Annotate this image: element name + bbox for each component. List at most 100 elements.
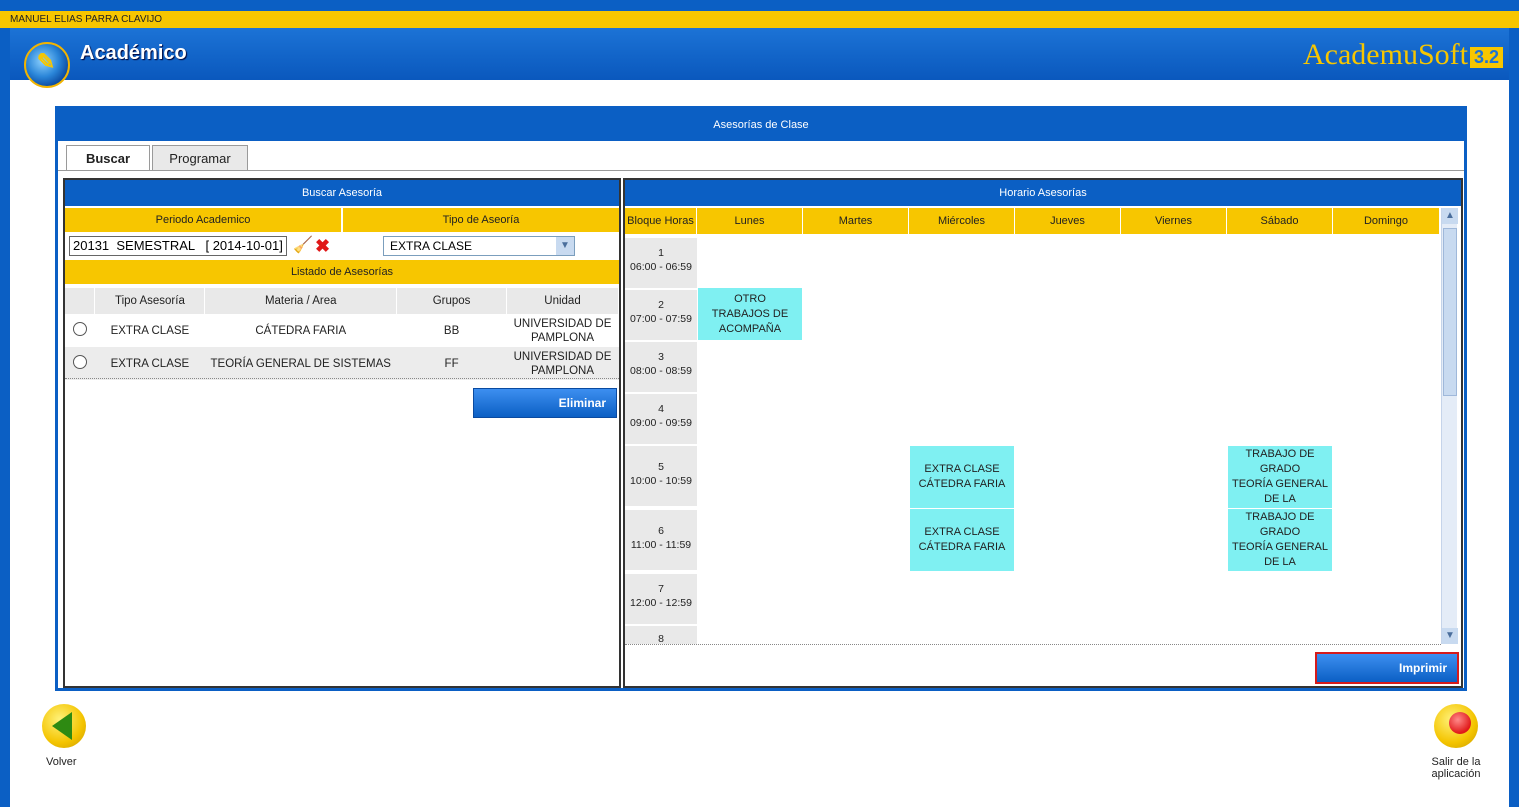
event-line: TEORÍA GENERAL [1232, 478, 1328, 490]
schedule-event[interactable]: OTRO TRABAJOS DE ACOMPAÑA [698, 288, 802, 340]
tab-divider [58, 170, 1464, 171]
list-divider [65, 378, 619, 379]
broom-icon[interactable]: 🧹 [293, 236, 313, 256]
event-line: TRABAJOS DE [711, 307, 789, 320]
type-label: Tipo de Aseoría [343, 208, 619, 232]
event-line: DE LA [1264, 556, 1296, 568]
schedule-title: Horario Asesorías [625, 180, 1461, 206]
block-range: 06:00 - 06:59 [630, 261, 692, 273]
table-row[interactable]: EXTRA CLASE CÁTEDRA FARIA BB UNIVERSIDAD… [65, 314, 619, 347]
schedule-header: Viernes [1121, 208, 1227, 234]
table-header-select [65, 288, 96, 314]
app-window: MANUEL ELIAS PARRA CLAVIJO ✎ Académico A… [0, 0, 1519, 807]
scroll-up-icon[interactable]: ▲ [1442, 208, 1458, 224]
list-title: Listado de Asesorías [65, 260, 619, 284]
table-cell: CÁTEDRA FARIA [255, 324, 347, 337]
top-strip [0, 0, 1519, 11]
event-line: EXTRA CLASE [924, 463, 1000, 475]
table-cell: UNIVERSIDAD DE PAMPLONA [507, 314, 619, 347]
time-block: 2 07:00 - 07:59 [625, 290, 697, 340]
table-header: Tipo Asesoría [94, 288, 206, 314]
schedule-header: Jueves [1015, 208, 1121, 234]
block-range: 11:00 - 11:59 [630, 539, 692, 551]
block-number: 8 [658, 633, 664, 644]
table-cell: EXTRA CLASE [110, 324, 190, 337]
table-header: Unidad [506, 288, 619, 314]
schedule-event[interactable]: EXTRA CLASE CÁTEDRA FARIA [910, 446, 1014, 508]
radio-button[interactable] [72, 322, 87, 336]
schedule-event[interactable]: TRABAJO DE GRADO TEORÍA GENERAL DE LA [1228, 446, 1332, 508]
type-select[interactable]: EXTRA CLASE ▼ [383, 236, 575, 256]
event-line: OTRO [734, 292, 766, 305]
block-number: 4 [658, 403, 664, 415]
event-line: CÁTEDRA FARIA [918, 541, 1006, 553]
block-range: 10:00 - 10:59 [630, 475, 692, 487]
table-cell: FF [396, 347, 507, 380]
back-arrow-icon[interactable] [52, 712, 72, 740]
dropdown-arrow-icon[interactable]: ▼ [556, 237, 574, 255]
header-spacer [10, 80, 1509, 96]
tab-buscar[interactable]: Buscar [66, 145, 150, 170]
block-number: 1 [658, 247, 664, 259]
exit-label[interactable]: Salir de la aplicación [1422, 756, 1490, 780]
event-line: ACOMPAÑA [718, 322, 782, 335]
table-header-row: Tipo Asesoría Materia / Area Grupos Unid… [65, 288, 619, 314]
scroll-down-icon[interactable]: ▼ [1442, 628, 1458, 644]
advising-list-table: Tipo Asesoría Materia / Area Grupos Unid… [65, 288, 619, 380]
event-line: CÁTEDRA FARIA [918, 478, 1006, 490]
block-number: 7 [658, 583, 664, 595]
module-title: Académico [80, 42, 187, 64]
schedule-event[interactable]: EXTRA CLASE CÁTEDRA FARIA [910, 509, 1014, 571]
main-panel: Asesorías de Clase Buscar Programar Busc… [55, 106, 1467, 691]
schedule-divider [625, 644, 1441, 645]
scroll-thumb[interactable] [1443, 228, 1457, 396]
unit-line: PAMPLONA [530, 364, 595, 377]
schedule-scrollbar[interactable]: ▲ ▼ [1441, 208, 1458, 644]
schedule-panel: Horario Asesorías Bloque Horas Lunes Mar… [623, 178, 1463, 688]
schedule-header: Bloque Horas [625, 208, 697, 234]
time-block: 4 09:00 - 09:59 [625, 394, 697, 444]
schedule-event[interactable]: TRABAJO DE GRADO TEORÍA GENERAL DE LA [1228, 509, 1332, 571]
block-number: 5 [658, 461, 664, 473]
exit-label-line: Salir de la [1431, 756, 1481, 768]
time-block: 5 10:00 - 10:59 [625, 446, 697, 506]
block-number: 6 [658, 525, 664, 537]
table-header: Grupos [396, 288, 508, 314]
back-label[interactable]: Volver [46, 756, 77, 768]
frame-left-border [0, 28, 10, 807]
logo-glyph-icon: ✎ [36, 49, 56, 74]
clear-icon[interactable]: ✖ [315, 236, 333, 256]
radio-button[interactable] [72, 355, 87, 369]
table-cell: EXTRA CLASE [94, 347, 205, 380]
period-label: Periodo Academico [65, 208, 341, 232]
row-select[interactable] [65, 314, 95, 347]
type-select-value: EXTRA CLASE [390, 239, 473, 253]
tab-programar[interactable]: Programar [152, 145, 248, 170]
search-panel: Buscar Asesoría Periodo Academico Tipo d… [63, 178, 621, 688]
user-name-bar: MANUEL ELIAS PARRA CLAVIJO [0, 11, 1519, 28]
brand-name: AcademuSoft [1303, 38, 1468, 71]
search-panel-title: Buscar Asesoría [65, 180, 619, 206]
page-title: Asesorías de Clase [58, 109, 1464, 141]
block-number: 3 [658, 351, 664, 363]
row-select[interactable] [65, 347, 95, 380]
block-number: 2 [658, 299, 664, 311]
block-range: 08:00 - 08:59 [630, 365, 692, 377]
brand-logo: AcademuSoft 3.2 [1303, 38, 1503, 72]
exit-label-line: aplicación [1431, 768, 1481, 780]
schedule-header: Miércoles [909, 208, 1015, 234]
delete-button[interactable]: Eliminar [473, 388, 617, 418]
unit-line: UNIVERSIDAD DE [513, 317, 612, 330]
table-row[interactable]: EXTRA CLASE TEORÍA GENERAL DE SISTEMAS F… [65, 347, 619, 380]
print-button[interactable]: Imprimir [1315, 652, 1459, 684]
app-header [0, 28, 1519, 80]
brand-version: 3.2 [1469, 46, 1503, 68]
table-cell: TEORÍA GENERAL DE SISTEMAS [204, 347, 397, 380]
period-field[interactable]: 20131 SEMESTRAL [ 2014-10-01] [69, 236, 287, 256]
exit-icon[interactable] [1449, 712, 1471, 734]
table-cell: UNIVERSIDAD DE PAMPLONA [506, 347, 619, 380]
time-block: 7 12:00 - 12:59 [625, 574, 697, 624]
schedule-header: Lunes [697, 208, 803, 234]
time-block: 6 11:00 - 11:59 [625, 510, 697, 570]
event-line: TRABAJO DE [1245, 511, 1315, 523]
